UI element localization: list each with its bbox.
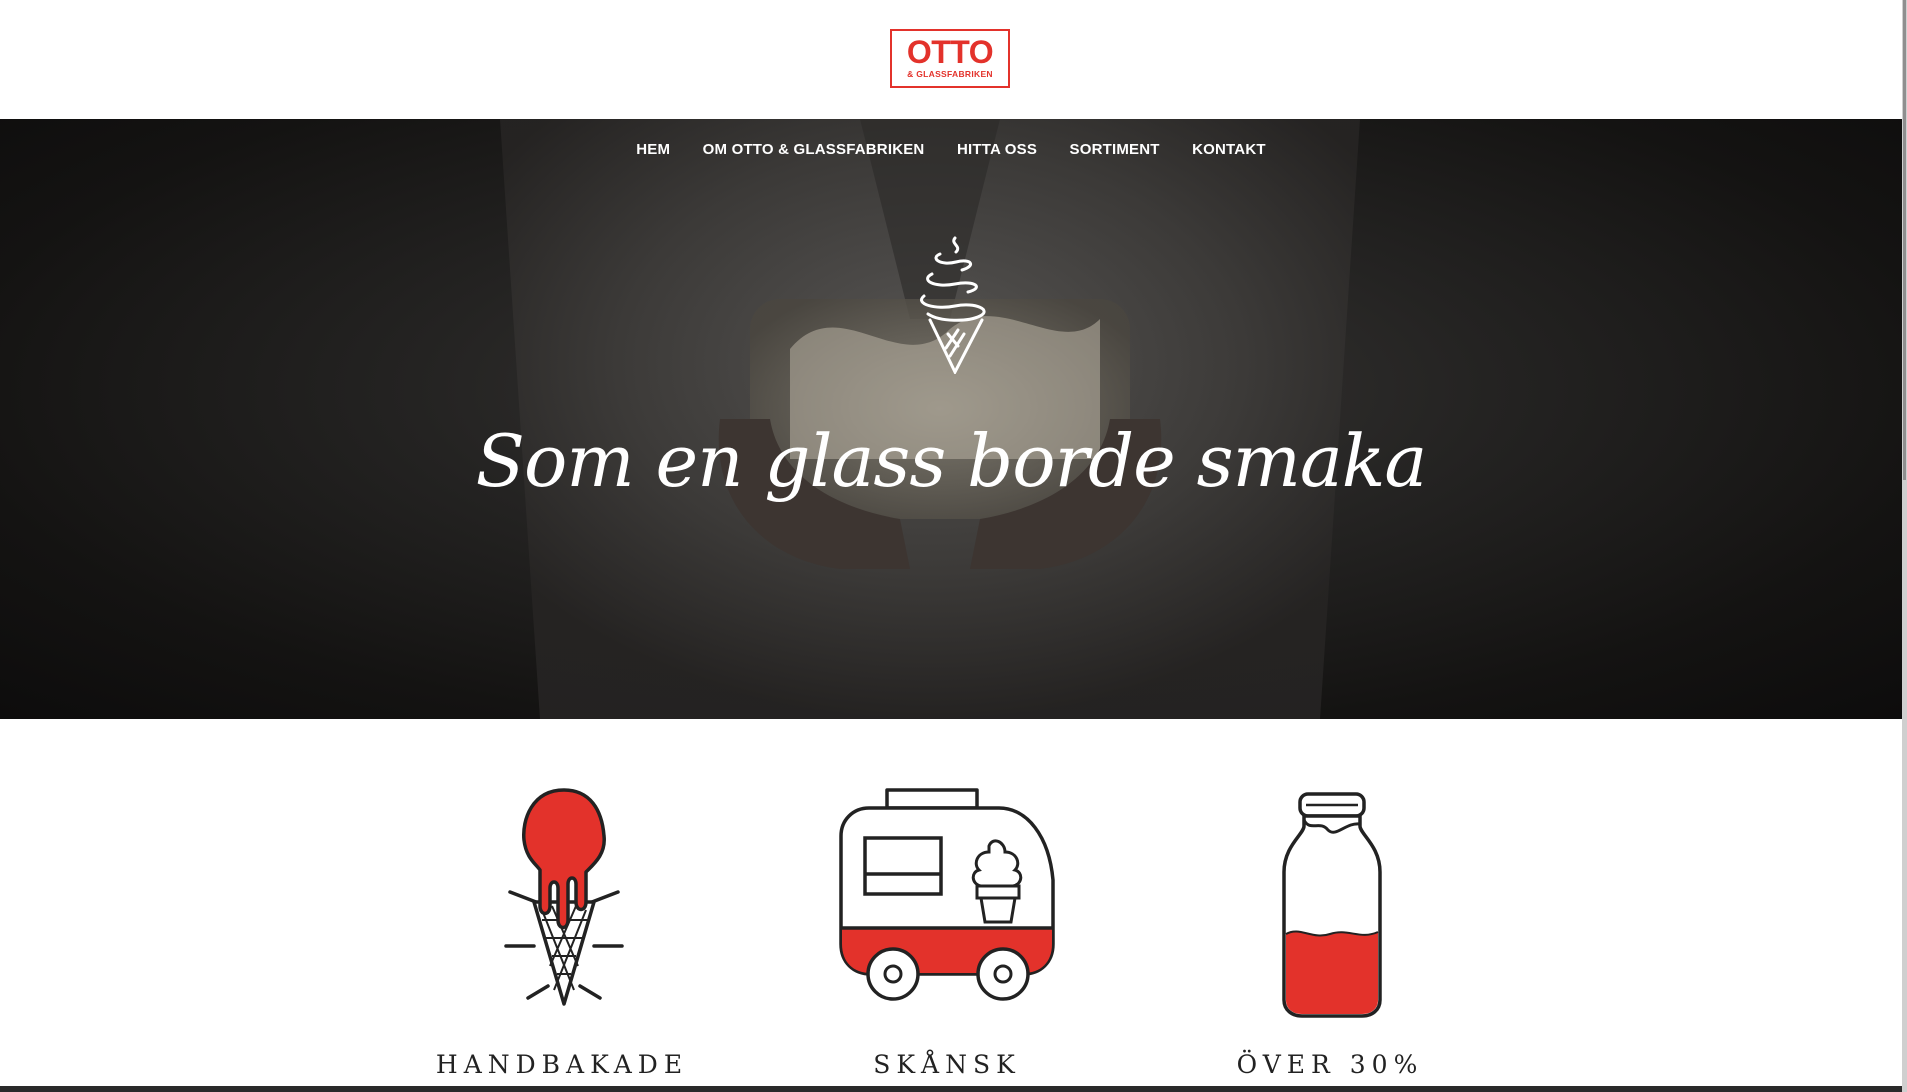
nav-item-om-otto[interactable]: OM OTTO & GLASSFABRIKEN bbox=[703, 141, 925, 158]
logo-main-text: OTTO bbox=[906, 34, 994, 70]
site-header: OTTO & GLASSFABRIKEN bbox=[0, 0, 1902, 119]
feature-skansk: SKÅNSK bbox=[817, 780, 1077, 1079]
feature-handbakade: HANDBAKADE bbox=[432, 780, 692, 1079]
site-logo[interactable]: OTTO & GLASSFABRIKEN bbox=[890, 29, 1010, 88]
ice-cream-cone-icon bbox=[504, 788, 624, 1006]
page-bottom-edge bbox=[0, 1086, 1902, 1092]
feature-title-over-30: ÖVER 30% bbox=[1236, 1050, 1424, 1079]
hero-banner: HEM OM OTTO & GLASSFABRIKEN HITTA OSS SO… bbox=[0, 119, 1902, 719]
feature-title-handbakade: HANDBAKADE bbox=[435, 1050, 689, 1079]
scrollbar-thumb[interactable] bbox=[1903, 0, 1906, 480]
feature-over-30: ÖVER 30% bbox=[1200, 780, 1460, 1079]
nav-item-hem[interactable]: HEM bbox=[636, 141, 670, 158]
feature-title-skansk: SKÅNSK bbox=[873, 1050, 1021, 1079]
ice-cream-truck-icon bbox=[839, 788, 1055, 1001]
hero-tagline: Som en glass borde smaka bbox=[475, 419, 1428, 503]
nav-item-hitta-oss[interactable]: HITTA OSS bbox=[957, 141, 1037, 158]
soft-serve-cone-icon bbox=[920, 236, 986, 374]
logo-sub-text: & GLASSFABRIKEN bbox=[907, 69, 993, 79]
milk-bottle-icon bbox=[1282, 792, 1382, 1018]
nav-item-sortiment[interactable]: SORTIMENT bbox=[1070, 141, 1160, 158]
nav-item-kontakt[interactable]: KONTAKT bbox=[1192, 141, 1266, 158]
main-nav: HEM OM OTTO & GLASSFABRIKEN HITTA OSS SO… bbox=[0, 141, 1902, 159]
